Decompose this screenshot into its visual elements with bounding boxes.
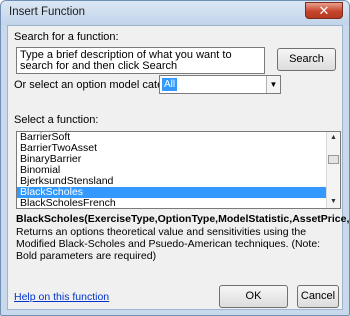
search-button[interactable]: Search — [277, 48, 336, 71]
insert-function-dialog: Insert Function ✕ Search for a function:… — [0, 0, 350, 316]
close-button[interactable]: ✕ — [305, 2, 343, 19]
window-title: Insert Function — [9, 6, 86, 18]
ok-button[interactable]: OK — [219, 285, 288, 308]
search-input[interactable]: Type a brief description of what you wan… — [16, 47, 265, 74]
function-list-label: Select a function: — [14, 114, 99, 126]
cancel-button[interactable]: Cancel — [297, 285, 339, 308]
category-select[interactable]: All ▼ — [159, 75, 281, 94]
function-description: Returns an options theoretical value and… — [16, 226, 321, 262]
function-list-items: BarrierSoft BarrierTwoAsset BinaryBarrier B… — [17, 132, 327, 209]
function-signature: BlackScholes(ExerciseType,OptionType,Mod… — [16, 213, 350, 225]
chevron-down-icon[interactable]: ▼ — [266, 76, 280, 93]
help-link[interactable]: Help on this function — [14, 291, 109, 303]
scroll-thumb[interactable] — [328, 155, 339, 164]
scroll-down-icon[interactable]: ▼ — [327, 196, 340, 208]
dialog-body: Search for a function: Type a brief desc… — [7, 25, 350, 310]
search-label: Search for a function: — [14, 31, 119, 43]
function-list-item[interactable]: BinaryBarrier — [17, 154, 327, 165]
function-listbox[interactable]: BarrierSoft BarrierTwoAsset BinaryBarrier B… — [16, 131, 341, 209]
category-selected-value: All — [162, 78, 178, 91]
function-list-item[interactable]: BlackScholesFrench — [17, 198, 327, 209]
title-bar[interactable]: Insert Function ✕ — [1, 1, 349, 25]
listbox-scrollbar[interactable]: ▲ ▼ — [326, 132, 340, 208]
close-icon: ✕ — [318, 3, 330, 18]
scroll-up-icon[interactable]: ▲ — [327, 132, 340, 144]
